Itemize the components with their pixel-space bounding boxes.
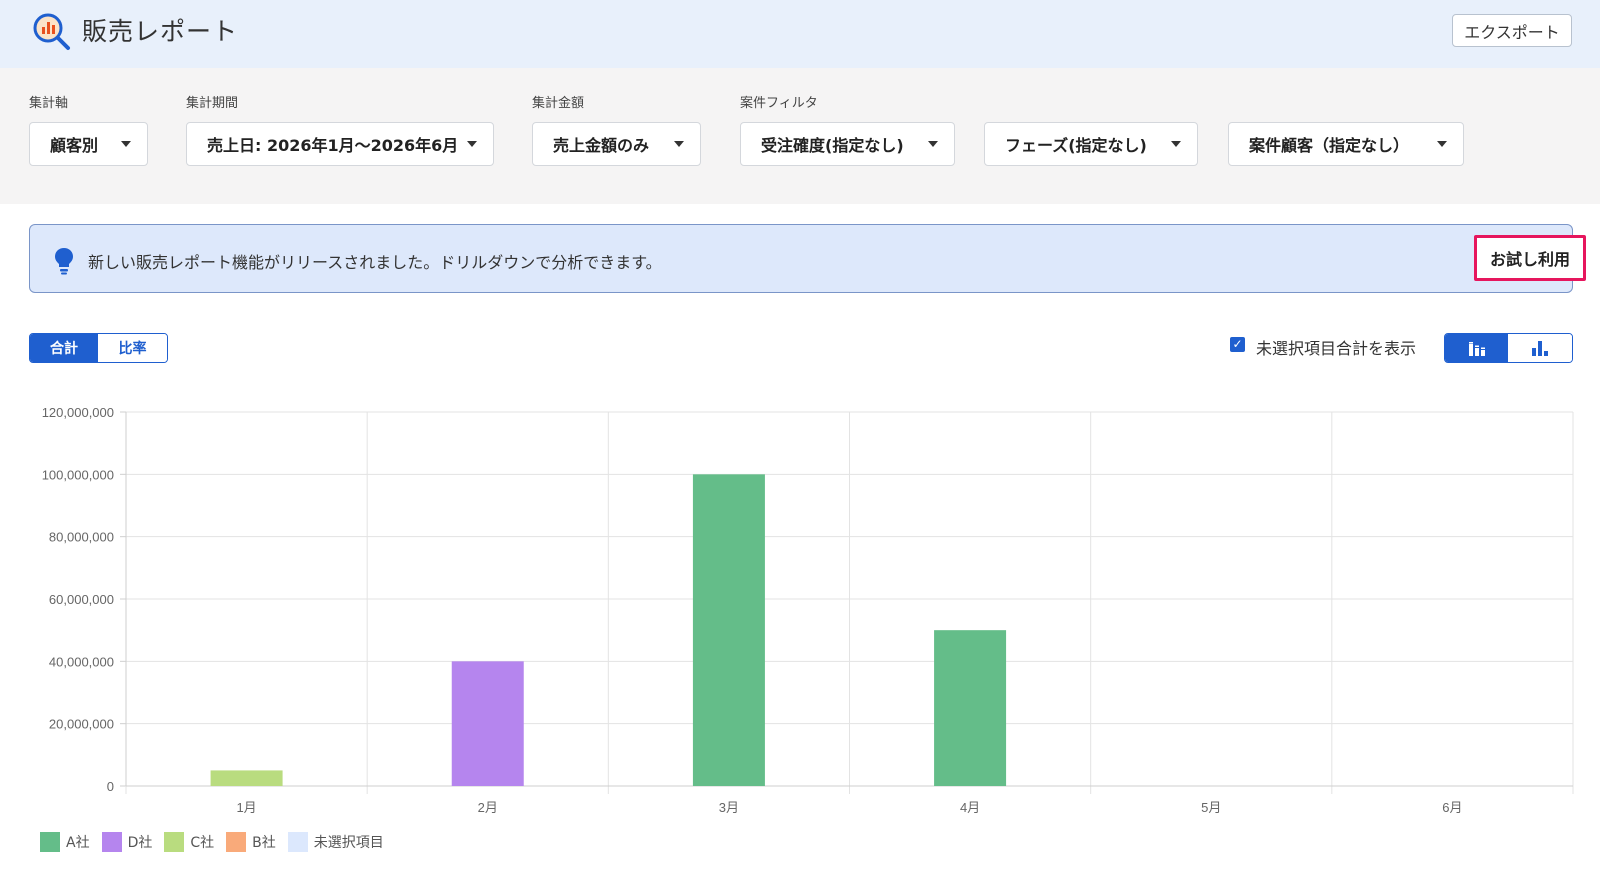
axis-value: 顧客別 bbox=[50, 136, 99, 155]
legend-swatch bbox=[164, 832, 185, 852]
legend-swatch bbox=[101, 832, 122, 852]
chevron-down-icon bbox=[1171, 141, 1181, 147]
y-tick-label: 0 bbox=[107, 779, 114, 794]
page-title: 販売レポート bbox=[82, 17, 239, 46]
filter-panel: 集計軸 顧客別 集計期間 売上日: 2026年1月～2026年6月 集計金額 売… bbox=[0, 68, 1600, 204]
x-tick-label: 2月 bbox=[478, 800, 498, 815]
export-button[interactable]: エクスポート bbox=[1452, 14, 1572, 47]
y-tick-label: 120,000,000 bbox=[42, 405, 114, 420]
amount-dropdown[interactable]: 売上金額のみ bbox=[532, 122, 701, 166]
chevron-down-icon bbox=[674, 141, 684, 147]
legend-item[interactable]: B社 bbox=[226, 832, 276, 852]
legend-label: D社 bbox=[127, 835, 153, 851]
case-customer-dropdown[interactable]: 案件顧客（指定なし） bbox=[1228, 122, 1464, 166]
bar bbox=[934, 630, 1007, 786]
y-tick-label: 60,000,000 bbox=[49, 592, 114, 607]
chart-legend: A社 D社 C社 B社 未選択項目 bbox=[40, 832, 396, 852]
view-mode-toggle: 合計 比率 bbox=[29, 333, 168, 363]
x-tick-label: 1月 bbox=[236, 800, 256, 815]
x-tick-label: 5月 bbox=[1201, 800, 1221, 815]
show-unselected-label: 未選択項目合計を表示 bbox=[1256, 339, 1417, 358]
x-tick-label: 3月 bbox=[719, 800, 739, 815]
tab-ratio[interactable]: 比率 bbox=[98, 334, 167, 362]
period-dropdown[interactable]: 売上日: 2026年1月～2026年6月 bbox=[186, 122, 494, 166]
chart-type-toggle bbox=[1444, 333, 1573, 363]
case-customer-value: 案件顧客（指定なし） bbox=[1249, 136, 1410, 155]
y-tick-label: 20,000,000 bbox=[49, 717, 114, 732]
page-header: 販売レポート エクスポート bbox=[0, 0, 1600, 68]
bar-chart-icon[interactable] bbox=[1508, 334, 1572, 362]
tab-total[interactable]: 合計 bbox=[30, 334, 98, 362]
legend-label: B社 bbox=[252, 835, 276, 851]
legend-item[interactable]: 未選択項目 bbox=[287, 832, 384, 852]
case-filter-label: 案件フィルタ bbox=[740, 96, 818, 111]
release-notice: 新しい販売レポート機能がリリースされました。ドリルダウンで分析できます。 お試し… bbox=[29, 224, 1586, 293]
sales-report-icon bbox=[33, 13, 70, 50]
trial-button[interactable]: お試し利用 bbox=[1474, 235, 1586, 281]
legend-label: C社 bbox=[190, 835, 215, 851]
amount-label: 集計金額 bbox=[532, 96, 585, 111]
legend-label: A社 bbox=[66, 835, 90, 851]
stacked-bar-chart-icon[interactable] bbox=[1445, 334, 1508, 362]
bar bbox=[210, 770, 283, 786]
legend-item[interactable]: D社 bbox=[101, 832, 153, 852]
order-certainty-dropdown[interactable]: 受注確度(指定なし) bbox=[740, 122, 955, 166]
legend-swatch bbox=[226, 832, 247, 852]
period-value: 売上日: 2026年1月～2026年6月 bbox=[207, 136, 459, 155]
phase-value: フェーズ(指定なし) bbox=[1005, 136, 1147, 155]
show-unselected-checkbox[interactable]: ✓ bbox=[1230, 337, 1245, 352]
chevron-down-icon bbox=[121, 141, 131, 147]
sales-bar-chart: 0 20,000,000 40,000,000 60,000,000 80,000,00… bbox=[42, 405, 1574, 815]
lightbulb-icon bbox=[55, 248, 73, 275]
x-tick-label: 4月 bbox=[960, 800, 980, 815]
chevron-down-icon bbox=[467, 141, 477, 147]
chevron-down-icon bbox=[1437, 141, 1447, 147]
chevron-down-icon bbox=[928, 141, 938, 147]
legend-swatch bbox=[287, 832, 308, 852]
phase-dropdown[interactable]: フェーズ(指定なし) bbox=[984, 122, 1198, 166]
y-tick-label: 40,000,000 bbox=[49, 654, 114, 669]
axis-dropdown[interactable]: 顧客別 bbox=[29, 122, 148, 166]
x-tick-label: 6月 bbox=[1442, 800, 1462, 815]
legend-item[interactable]: C社 bbox=[164, 832, 214, 852]
order-certainty-value: 受注確度(指定なし) bbox=[761, 136, 904, 155]
bar bbox=[692, 474, 765, 786]
legend-swatch bbox=[40, 832, 60, 852]
amount-value: 売上金額のみ bbox=[553, 136, 650, 155]
legend-item[interactable]: A社 bbox=[40, 832, 90, 852]
y-tick-label: 100,000,000 bbox=[42, 467, 114, 482]
legend-label: 未選択項目 bbox=[313, 835, 384, 851]
bar bbox=[451, 661, 524, 786]
y-tick-label: 80,000,000 bbox=[49, 530, 114, 545]
axis-label: 集計軸 bbox=[29, 96, 69, 111]
period-label: 集計期間 bbox=[186, 96, 239, 111]
notice-message: 新しい販売レポート機能がリリースされました。ドリルダウンで分析できます。 bbox=[88, 253, 662, 272]
